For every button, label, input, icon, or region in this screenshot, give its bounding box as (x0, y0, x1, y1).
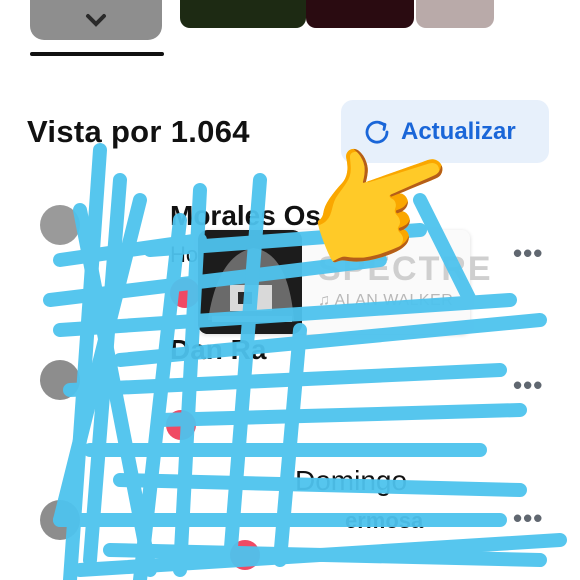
chevron-down-icon (86, 14, 106, 27)
active-tab-indicator (30, 52, 164, 56)
more-options-button[interactable]: ••• (513, 370, 543, 401)
heart-reaction-icon (230, 540, 260, 570)
avatar[interactable] (40, 205, 80, 245)
heart-reaction-icon (170, 278, 200, 308)
viewer-subtitle: ermosa (345, 508, 424, 533)
more-options-button[interactable]: ••• (513, 238, 543, 269)
album-art (198, 230, 302, 334)
viewer-name[interactable]: Domingo (295, 465, 407, 497)
viewer-subtitle: Ho (170, 242, 199, 267)
avatar[interactable] (40, 360, 80, 400)
heart-reaction-icon (166, 410, 196, 440)
story-thumbnail[interactable] (306, 0, 414, 28)
story-thumbnail[interactable] (416, 0, 494, 28)
story-thumbnail[interactable] (180, 0, 306, 28)
viewers-title: Vista por 1.064 (27, 114, 250, 149)
more-stories-button[interactable] (30, 0, 162, 40)
more-options-button[interactable]: ••• (513, 503, 543, 534)
avatar[interactable] (40, 500, 80, 540)
viewer-name[interactable]: Dan Ra (170, 334, 266, 366)
